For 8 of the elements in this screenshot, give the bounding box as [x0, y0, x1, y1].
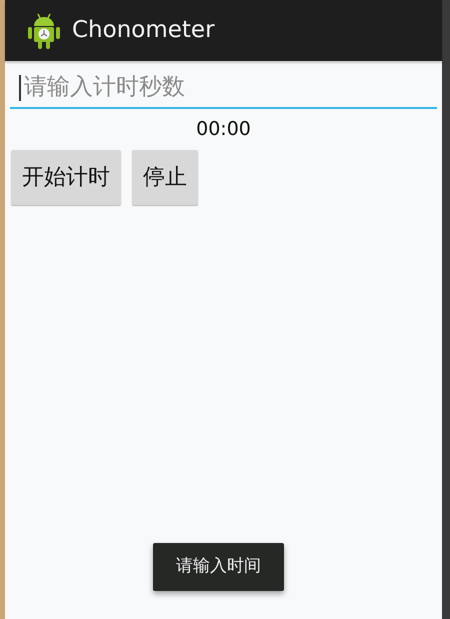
timer-text: 00:00: [196, 117, 251, 142]
input-field[interactable]: 请输入计时秒数: [10, 67, 437, 109]
action-button[interactable]: 停止: [132, 150, 198, 204]
toast-message: 请输入时间: [153, 543, 284, 591]
app-title: Chonometer: [72, 16, 215, 46]
android-clock-icon: [27, 12, 61, 50]
action-button[interactable]: 开始计时: [11, 150, 121, 204]
text-cursor: [19, 75, 21, 101]
